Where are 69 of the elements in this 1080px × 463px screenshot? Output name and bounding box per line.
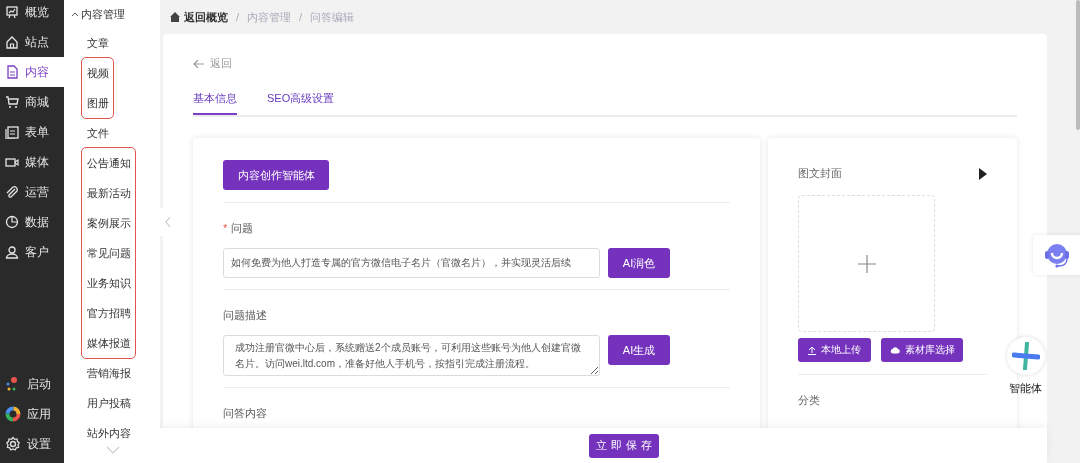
chart-board-icon [5,5,19,19]
submenu-item[interactable]: 营销海报 [86,358,131,388]
library-button[interactable]: 素材库选择 [881,338,964,362]
caret-up-icon [71,11,79,17]
breadcrumb-separator: / [299,11,303,23]
form-icon [5,125,19,139]
play-triangle-icon [979,167,987,180]
chevron-down-icon [106,446,120,454]
nav-item[interactable]: 概览 [0,0,64,27]
input-field[interactable]: 如何免费为他人打造专属的官方微信电子名片（官微名片），并实现灵活后续 [223,248,600,278]
section-label: 图文封面 [798,166,843,181]
user-icon [5,245,19,259]
submenu-item[interactable]: 常见问题 [86,238,131,268]
save-button[interactable]: 立即保存 [588,433,659,458]
field-label: 问答内容 [223,406,268,421]
agent-button[interactable]: 内容创作智能体 [223,160,329,190]
document-icon [5,65,19,79]
ai-button[interactable]: AI生成 [608,335,670,365]
submenu-item[interactable]: 图册 [86,88,109,118]
settings-icon [5,436,21,452]
assistant-label: 智能体 [1009,381,1042,396]
pie-chart-icon [5,215,19,229]
video-camera-icon [5,155,19,169]
submenu-item[interactable]: 文件 [86,118,109,148]
plus-icon [857,254,876,273]
nav-item[interactable]: 启动 [0,369,64,399]
tab[interactable]: 基本信息 [193,91,237,115]
submenu-item[interactable]: 站外内容 [86,418,131,448]
chevron-left-icon [164,216,171,228]
submenu-item[interactable]: 视频 [86,58,109,88]
submenu-item[interactable]: 公告通知 [86,148,131,178]
submenu-item[interactable]: 用户投稿 [86,388,131,418]
color-ring-icon [5,406,21,422]
upload-button[interactable]: 本地上传 [798,338,872,362]
home-icon [170,12,180,22]
nav-item[interactable]: 设置 [0,429,64,459]
arrow-left-icon [193,58,205,69]
sparkle-cross-icon [1012,342,1040,370]
nav-item[interactable]: 内容 [0,57,64,87]
cart-icon [5,95,19,109]
nav-item[interactable]: 表单 [0,117,64,147]
breadcrumb-separator: / [236,11,240,23]
submenu-item[interactable]: 业务知识 [86,268,131,298]
nav-item[interactable]: 应用 [0,399,64,429]
ai-button[interactable]: AI润色 [608,248,670,278]
submenu-title[interactable]: 内容管理 [64,0,160,28]
submenu-item[interactable]: 官方招聘 [86,298,131,328]
field-label: 问题描述 [223,308,268,323]
breadcrumb-link[interactable]: 返回概览 [170,9,228,25]
field-label: * 问题 [223,221,255,236]
nav-item[interactable]: 商城 [0,87,64,117]
paperclip-icon [5,185,19,199]
upload-icon [808,345,817,355]
text-area[interactable]: 成功注册官微中心后，系统赠送2个成员账号，可利用这些账号为他人创建官微名片。访问wei.ltd.com，准备好他人手机号，按指引完成注册流程。 [223,335,600,376]
nav-item[interactable]: 媒体 [0,147,64,177]
nav-item[interactable]: 数据 [0,207,64,237]
submenu-item[interactable]: 最新活动 [86,178,131,208]
nav-item[interactable]: 运营 [0,177,64,207]
tab[interactable]: SEO高级设置 [267,91,335,115]
submenu-item[interactable]: 媒体报道 [86,328,131,358]
cloud-icon [889,346,900,354]
submenu-item[interactable]: 文章 [86,28,109,58]
nav-item[interactable]: 站点 [0,27,64,57]
support-button[interactable] [1033,235,1080,275]
section-label: 分类 [798,393,822,408]
home-icon [5,35,19,49]
headset-icon [1042,241,1071,269]
submenu-item[interactable]: 案例展示 [86,208,131,238]
nav-item[interactable]: 客户 [0,237,64,267]
